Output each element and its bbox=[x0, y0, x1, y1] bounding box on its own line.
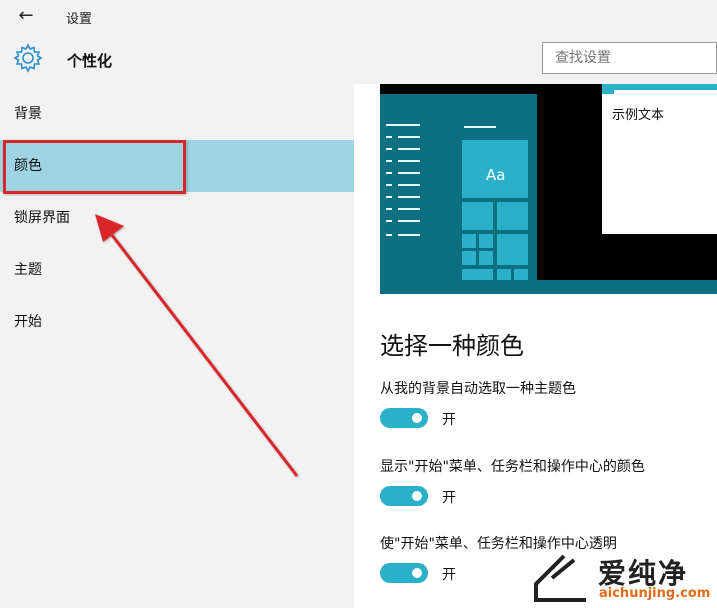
option-label-show-color: 显示"开始"菜单、任务栏和操作中心的颜色 bbox=[380, 459, 645, 475]
watermark-url: aichunjing.com bbox=[599, 586, 711, 601]
search-input[interactable] bbox=[542, 42, 717, 74]
sidebar-item-background[interactable]: 背景 bbox=[0, 88, 354, 140]
preview-tile-text: Aa bbox=[486, 166, 506, 184]
option-label-auto-accent: 从我的背景自动选取一种主题色 bbox=[380, 381, 576, 397]
sidebar-item-colors[interactable]: 颜色 bbox=[0, 140, 354, 192]
toggle-transparency[interactable] bbox=[380, 563, 428, 583]
toggle-state-show-color: 开 bbox=[442, 490, 456, 506]
preview-window: 示例文本 bbox=[602, 84, 717, 234]
title-bar: ← 设置 bbox=[0, 0, 717, 32]
preview-taskbar bbox=[380, 280, 717, 294]
gear-icon bbox=[13, 43, 43, 73]
toggle-auto-accent[interactable] bbox=[380, 408, 428, 428]
page-header: 个性化 bbox=[0, 32, 717, 84]
preview-window-text: 示例文本 bbox=[612, 108, 665, 123]
toggle-show-color[interactable] bbox=[380, 486, 428, 506]
window-title: 设置 bbox=[66, 12, 93, 27]
preview-tiles bbox=[462, 140, 528, 292]
sidebar-item-lock-screen[interactable]: 锁屏界面 bbox=[0, 192, 354, 244]
sidebar-item-start[interactable]: 开始 bbox=[0, 296, 354, 348]
page-title: 个性化 bbox=[67, 52, 113, 70]
preview-start-menu: Aa bbox=[380, 94, 537, 294]
toggle-state-transparency: 开 bbox=[442, 567, 456, 583]
sidebar: 背景 颜色 锁屏界面 主题 开始 bbox=[0, 84, 354, 608]
sidebar-item-themes[interactable]: 主题 bbox=[0, 244, 354, 296]
section-heading: 选择一种颜色 bbox=[380, 332, 524, 360]
toggle-state-auto-accent: 开 bbox=[442, 412, 456, 428]
color-preview: Aa 示例文本 bbox=[380, 84, 717, 294]
back-button[interactable]: ← bbox=[12, 4, 40, 28]
